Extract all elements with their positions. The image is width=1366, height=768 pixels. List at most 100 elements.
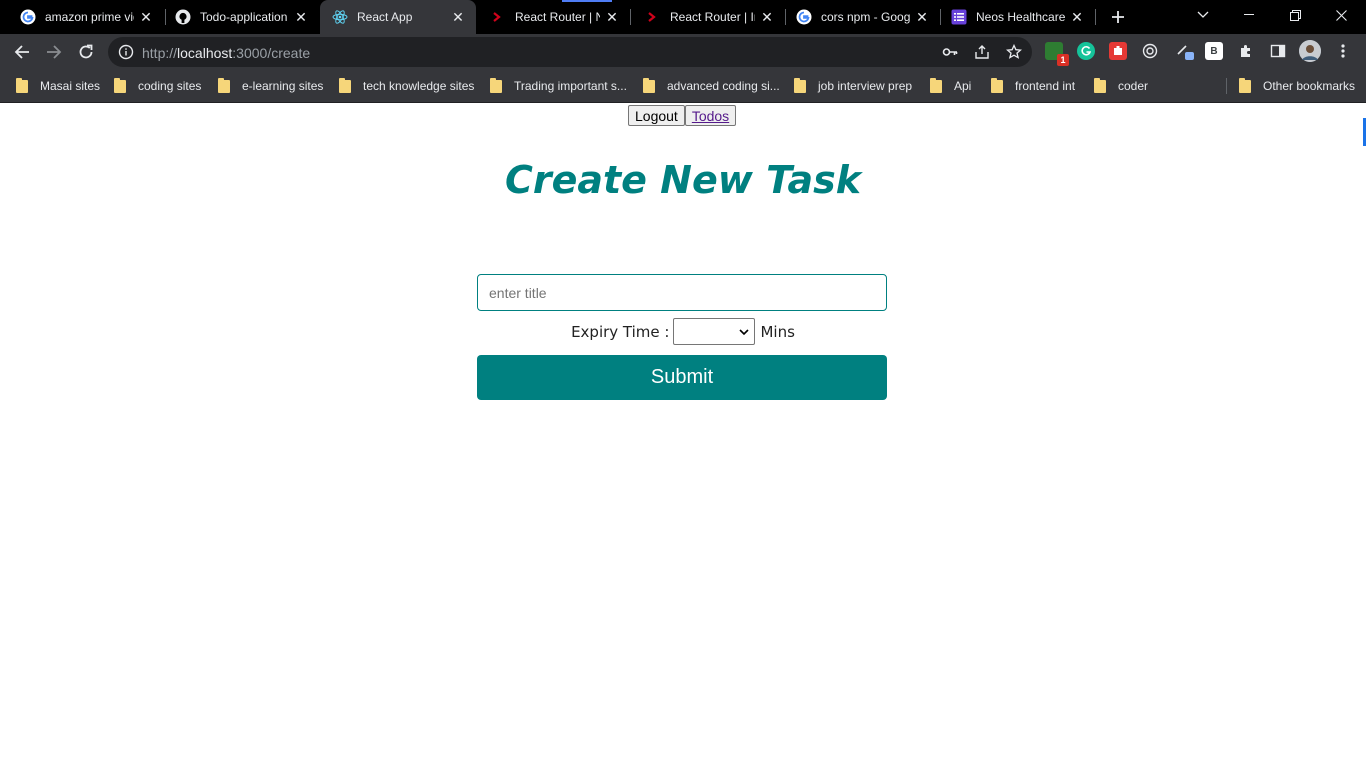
folder-icon	[114, 77, 126, 93]
other-bookmarks-folder[interactable]: Other bookmarks	[1239, 77, 1355, 95]
expiry-label: Expiry Time :	[571, 322, 670, 341]
restore-icon	[1289, 9, 1301, 21]
folder-icon	[339, 77, 351, 93]
page-title: Create New Task	[504, 158, 862, 202]
logout-button[interactable]: Logout	[628, 105, 685, 126]
info-icon[interactable]	[118, 44, 134, 60]
expiry-row: Expiry Time : Mins	[0, 318, 1366, 345]
restore-button[interactable]	[1272, 0, 1318, 30]
folder-icon	[991, 77, 1003, 93]
bookmark-folder[interactable]: advanced coding si...	[643, 77, 780, 95]
grammarly-g-icon	[1081, 46, 1092, 56]
expiry-unit: Mins	[760, 322, 795, 341]
close-icon[interactable]: ✕	[138, 9, 154, 25]
tab-todo-application[interactable]: Todo-application ✕	[155, 0, 319, 34]
tab-react-router-navigation[interactable]: React Router | Navigation ✕	[476, 0, 630, 34]
bookmark-label: Api	[954, 79, 972, 93]
bookmark-folder[interactable]: job interview prep	[794, 77, 912, 95]
back-button[interactable]	[8, 38, 36, 66]
page-content: Logout Todos Create New Task Expiry Time…	[0, 104, 1366, 768]
close-icon[interactable]: ✕	[759, 9, 775, 25]
share-icon[interactable]	[974, 44, 990, 60]
chevron-down-icon	[739, 329, 750, 336]
folder-icon	[1094, 77, 1106, 93]
bookmark-folder[interactable]: coder	[1094, 77, 1148, 95]
bookmark-folder[interactable]: coding sites	[114, 77, 201, 95]
bookmark-folder[interactable]: Trading important s...	[490, 77, 627, 95]
bookmark-folder[interactable]: e-learning sites	[218, 77, 323, 95]
expiry-time-select[interactable]	[673, 318, 756, 345]
close-icon[interactable]: ✕	[914, 9, 930, 25]
tab-strip: amazon prime video ✕ Todo-application ✕ …	[0, 0, 1366, 34]
folder-icon	[643, 77, 655, 93]
bookmark-folder[interactable]: frontend int	[991, 77, 1075, 95]
tab-neos-healthcare[interactable]: Neos Healthcare ✕	[931, 0, 1095, 34]
plus-icon	[1112, 11, 1124, 23]
extensions-button[interactable]	[1237, 42, 1255, 60]
bookmark-label: e-learning sites	[242, 79, 324, 93]
tab-react-router-install[interactable]: React Router | Install ✕	[631, 0, 785, 34]
tab-title: React App	[357, 10, 413, 24]
bookmark-label: job interview prep	[818, 79, 913, 93]
todos-link[interactable]: Todos	[692, 108, 729, 124]
kebab-menu-icon	[1341, 44, 1345, 58]
bookmark-folder[interactable]: Masai sites	[16, 77, 100, 95]
browser-toolbar: http://localhost:3000/create 1 B	[0, 34, 1366, 70]
extension-red-icon[interactable]	[1109, 42, 1127, 60]
bookmark-label: Other bookmarks	[1263, 79, 1356, 93]
list-icon	[951, 9, 967, 25]
react-router-icon	[490, 9, 506, 25]
bookmark-label: coding sites	[138, 79, 202, 93]
folder-icon	[16, 77, 28, 93]
close-icon	[1335, 9, 1347, 21]
close-icon[interactable]: ✕	[293, 9, 309, 25]
close-icon[interactable]: ✕	[450, 9, 466, 25]
bookmark-folder[interactable]: Api	[930, 77, 971, 95]
tab-title: cors npm - Google	[821, 10, 910, 24]
tab-separator	[1095, 9, 1096, 25]
new-tab-button[interactable]	[1106, 5, 1130, 29]
tab-amazon-prime[interactable]: amazon prime video ✕	[0, 0, 164, 34]
pen-icon	[1177, 45, 1194, 60]
folder-icon	[218, 77, 230, 93]
bookmark-label: advanced coding si...	[667, 79, 780, 93]
grammarly-icon[interactable]	[1077, 42, 1095, 60]
minimize-icon	[1244, 14, 1254, 15]
bookmark-folder[interactable]: tech knowledge sites	[339, 77, 474, 95]
tab-activity-indicator	[562, 0, 612, 2]
tab-react-app[interactable]: React App ✕	[320, 0, 476, 34]
folder-icon	[1239, 77, 1251, 93]
forward-button[interactable]	[40, 38, 68, 66]
address-bar[interactable]: http://localhost:3000/create	[108, 37, 1032, 67]
side-panel-button[interactable]	[1269, 42, 1287, 60]
extension-pen-icon[interactable]	[1176, 42, 1194, 60]
extension-target-icon[interactable]	[1141, 42, 1159, 60]
extension-b-icon[interactable]: B	[1205, 42, 1223, 60]
reload-button[interactable]	[72, 38, 100, 66]
tab-title: Neos Healthcare	[976, 10, 1065, 24]
key-icon[interactable]	[942, 44, 958, 60]
extension-badge: 1	[1057, 54, 1069, 66]
menu-button[interactable]	[1334, 42, 1352, 60]
url-host: localhost	[177, 45, 233, 61]
puzzle-icon	[1241, 45, 1250, 57]
tab-cors-npm[interactable]: cors npm - Google ✕	[776, 0, 940, 34]
tab-search-button[interactable]	[1180, 0, 1226, 30]
close-window-button[interactable]	[1318, 0, 1364, 30]
extension-todo-icon[interactable]: 1	[1045, 42, 1069, 66]
submit-button[interactable]: Submit	[477, 355, 887, 400]
avatar[interactable]	[1299, 40, 1321, 62]
target-icon	[1142, 43, 1158, 59]
tab-title: Todo-application	[200, 10, 288, 24]
minimize-button[interactable]	[1226, 0, 1272, 30]
top-nav: Logout Todos	[628, 105, 737, 126]
close-icon[interactable]: ✕	[604, 9, 620, 25]
close-icon[interactable]: ✕	[1069, 9, 1085, 25]
react-router-icon	[645, 9, 661, 25]
star-icon[interactable]	[1006, 44, 1022, 60]
url-text: http://localhost:3000/create	[142, 45, 310, 61]
bookmark-label: Trading important s...	[514, 79, 627, 93]
title-input[interactable]	[477, 274, 887, 311]
puzzle-red-icon	[1114, 46, 1122, 55]
todos-button[interactable]: Todos	[684, 105, 737, 126]
